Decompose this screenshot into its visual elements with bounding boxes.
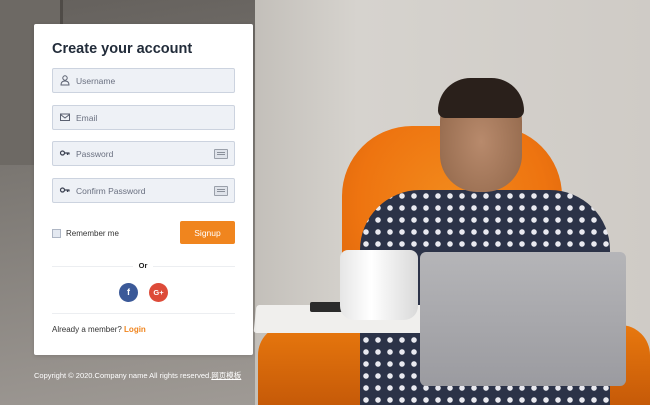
key-icon (59, 147, 71, 159)
google-plus-icon[interactable]: G+ (149, 283, 168, 302)
username-input[interactable] (76, 69, 211, 92)
keyboard-icon[interactable] (214, 149, 228, 159)
confirm-password-field[interactable] (52, 178, 235, 203)
copyright-text: Copyright © 2020.Company name All rights… (34, 371, 212, 380)
or-separator: Or (133, 259, 153, 273)
person-hair (438, 78, 524, 118)
footer: Copyright © 2020.Company name All rights… (34, 370, 241, 381)
email-input[interactable] (76, 106, 211, 129)
keyboard-icon[interactable] (214, 186, 228, 196)
envelope-icon (59, 111, 71, 123)
confirm-password-input[interactable] (76, 179, 211, 202)
password-field[interactable] (52, 141, 235, 166)
user-icon (59, 74, 71, 86)
key-icon (59, 184, 71, 196)
footer-link[interactable]: 网页模板 (211, 371, 241, 380)
laptop (420, 252, 626, 386)
form-title: Create your account (52, 41, 193, 57)
signup-card: Create your account Remember me Signup O… (34, 24, 253, 355)
remember-label: Remember me (66, 228, 119, 238)
remember-checkbox[interactable] (52, 228, 61, 238)
already-text: Already a member? (52, 325, 122, 334)
email-field[interactable] (52, 105, 235, 130)
divider (52, 313, 235, 314)
remember-me[interactable]: Remember me (52, 227, 119, 239)
signup-button[interactable]: Signup (180, 221, 235, 244)
password-input[interactable] (76, 142, 211, 165)
already-member: Already a member? Login (52, 325, 146, 334)
coffee-mug (340, 250, 418, 320)
username-field[interactable] (52, 68, 235, 93)
facebook-icon[interactable]: f (119, 283, 138, 302)
login-link[interactable]: Login (124, 325, 146, 334)
